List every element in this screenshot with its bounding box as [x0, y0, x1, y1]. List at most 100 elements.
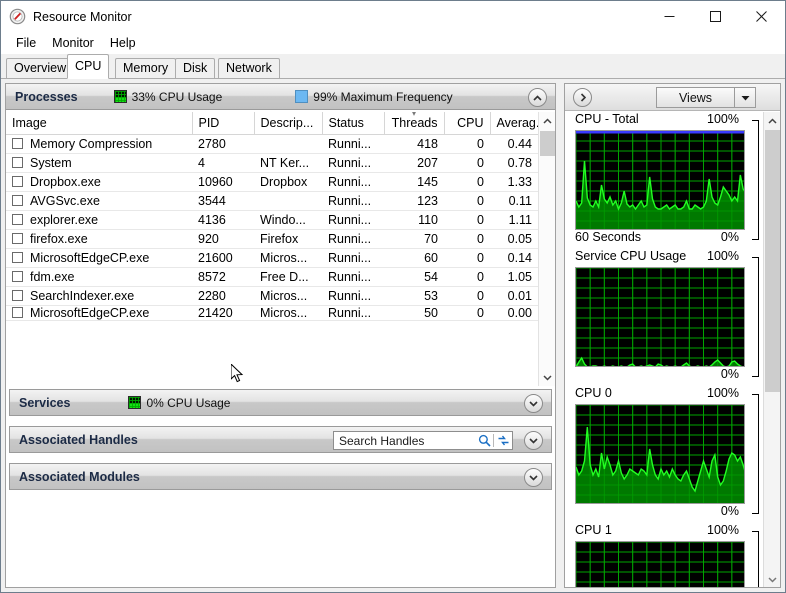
close-button[interactable] — [738, 1, 784, 32]
magnifier-icon[interactable] — [475, 434, 493, 447]
process-checkbox[interactable] — [12, 213, 23, 225]
process-image-name: SearchIndexer.exe — [6, 286, 192, 306]
graph-scroll-down-arrow[interactable] — [764, 571, 780, 587]
graph-canvas — [575, 541, 745, 587]
associated-modules-title: Associated Modules — [19, 469, 140, 484]
caret-down-icon[interactable] — [734, 88, 755, 107]
process-image-name: System — [6, 153, 192, 173]
process-description: Windo... — [254, 210, 322, 230]
maximize-button[interactable] — [692, 1, 738, 32]
process-checkbox[interactable] — [12, 156, 23, 168]
process-pid: 2780 — [192, 134, 254, 154]
graph-header: CPU 1 100% — [575, 523, 753, 541]
menu-monitor[interactable]: Monitor — [44, 34, 102, 52]
cpu-usage-badge: 33% CPU Usage — [113, 90, 222, 104]
refresh-arrows-icon[interactable] — [494, 434, 512, 447]
table-row[interactable]: MicrosoftEdgeCP.exe 21600 Micros... Runni..… — [6, 248, 538, 268]
process-image-name: explorer.exe — [6, 210, 192, 230]
tab-cpu[interactable]: CPU — [67, 54, 110, 79]
table-header-row: Image PID Descrip... Status ▾ Threads CP… — [6, 112, 539, 135]
column-header-description[interactable]: Descrip... — [254, 112, 323, 135]
services-cpu-usage-badge: 0% CPU Usage — [128, 396, 230, 410]
graph-scroll-thumb[interactable] — [765, 130, 780, 392]
processes-scroll-up-arrow[interactable] — [539, 112, 555, 129]
graph-scrollbar[interactable] — [763, 112, 780, 587]
column-header-pid[interactable]: PID — [192, 112, 255, 135]
process-image-name: firefox.exe — [6, 229, 192, 249]
process-description — [254, 134, 322, 154]
process-image-name: MicrosoftEdgeCP.exe — [6, 248, 192, 268]
process-threads: 207 — [384, 153, 444, 173]
search-handles-box[interactable]: Search Handles — [333, 431, 513, 450]
process-checkbox[interactable] — [12, 251, 23, 263]
graph-scale-bracket — [752, 394, 759, 514]
tab-network[interactable]: Network — [218, 58, 280, 78]
processes-scroll-down-arrow[interactable] — [539, 369, 555, 386]
minimize-button[interactable] — [646, 1, 692, 32]
process-cpu: 0 — [444, 267, 490, 287]
process-checkbox[interactable] — [12, 289, 23, 301]
column-header-cpu[interactable]: CPU — [444, 112, 491, 135]
processes-collapse-chevron-up-icon[interactable] — [528, 88, 547, 107]
menu-file[interactable]: File — [8, 34, 44, 52]
graph-max-label: 100% — [707, 523, 739, 537]
table-row[interactable]: explorer.exe 4136 Windo... Runni... 110 0 1.11 — [6, 210, 538, 230]
processes-scrollbar[interactable] — [538, 112, 555, 386]
services-section-header[interactable]: Services 0% CPU Usage — [9, 389, 552, 416]
process-status: Runni... — [322, 153, 384, 173]
graph-footer: 60 Seconds 0% — [575, 230, 753, 249]
process-pid: 920 — [192, 229, 254, 249]
column-header-image[interactable]: Image — [6, 112, 193, 135]
graph-scale-bracket — [752, 120, 759, 240]
graph-pane-chevron-right-icon[interactable] — [573, 88, 592, 107]
processes-scroll-thumb[interactable] — [540, 131, 555, 156]
table-row[interactable]: AVGSvc.exe 3544 Runni... 123 0 0.11 — [6, 191, 538, 211]
process-status: Runni... — [322, 191, 384, 211]
max-frequency-mini-graph-icon — [295, 90, 309, 103]
associated-modules-section-header[interactable]: Associated Modules — [9, 463, 552, 490]
table-row[interactable]: Dropbox.exe 10960 Dropbox Runni... 145 0 1.33 — [6, 172, 538, 192]
tab-disk[interactable]: Disk — [175, 58, 216, 78]
search-handles-input[interactable]: Search Handles — [339, 434, 475, 448]
associated-handles-section-header[interactable]: Associated Handles Search Handles — [9, 426, 552, 453]
table-row[interactable]: Memory Compression 2780 Runni... 418 0 0.44 — [6, 134, 538, 154]
column-header-average[interactable]: Averag... — [490, 112, 539, 135]
process-checkbox[interactable] — [12, 306, 23, 318]
associated-modules-expand-chevron-down-icon[interactable] — [524, 468, 543, 487]
graph-title: Service CPU Usage — [575, 249, 687, 263]
process-pid: 2280 — [192, 286, 254, 306]
services-expand-chevron-down-icon[interactable] — [524, 394, 543, 413]
process-cpu: 0 — [444, 248, 490, 268]
views-toolbar: Views — [565, 84, 780, 111]
associated-handles-expand-chevron-down-icon[interactable] — [524, 431, 543, 450]
table-row[interactable]: MicrosoftEdgeCP.exe 21420 Micros... Runni..… — [6, 305, 538, 321]
process-status: Runni... — [322, 229, 384, 249]
views-dropdown-button[interactable]: Views — [656, 87, 756, 108]
process-checkbox[interactable] — [12, 270, 23, 282]
processes-section-header[interactable]: Processes 33% CPU Usage 99% Maximum Freq… — [6, 84, 555, 110]
table-row[interactable]: SearchIndexer.exe 2280 Micros... Runni... 53… — [6, 286, 538, 306]
graph-max-label: 100% — [707, 249, 739, 263]
main-body: Processes 33% CPU Usage 99% Maximum Freq… — [1, 79, 785, 592]
graph-scroll-up-arrow[interactable] — [764, 112, 780, 129]
process-checkbox[interactable] — [12, 175, 23, 187]
process-checkbox[interactable] — [12, 232, 23, 244]
tab-overview[interactable]: Overview — [6, 58, 75, 78]
menu-help[interactable]: Help — [102, 34, 144, 52]
table-row[interactable]: fdm.exe 8572 Free D... Runni... 54 0 1.05 — [6, 267, 538, 287]
process-threads: 418 — [384, 134, 444, 154]
graph-header: CPU - Total 100% — [575, 112, 753, 130]
table-row[interactable]: firefox.exe 920 Firefox Runni... 70 0 0.05 — [6, 229, 538, 249]
table-row[interactable]: System 4 NT Ker... Runni... 207 0 0.78 — [6, 153, 538, 173]
process-cpu: 0 — [444, 191, 490, 211]
column-header-status[interactable]: Status — [322, 112, 385, 135]
tab-bar: Overview CPU Memory Disk Network — [1, 54, 785, 79]
views-label: Views — [678, 90, 713, 105]
process-checkbox[interactable] — [12, 194, 23, 206]
column-header-threads[interactable]: ▾ Threads — [384, 112, 445, 135]
process-image-name: Dropbox.exe — [6, 172, 192, 192]
services-title: Services — [19, 395, 71, 410]
process-average-cpu: 1.11 — [490, 210, 538, 230]
tab-memory[interactable]: Memory — [115, 58, 177, 78]
process-checkbox[interactable] — [12, 137, 23, 149]
